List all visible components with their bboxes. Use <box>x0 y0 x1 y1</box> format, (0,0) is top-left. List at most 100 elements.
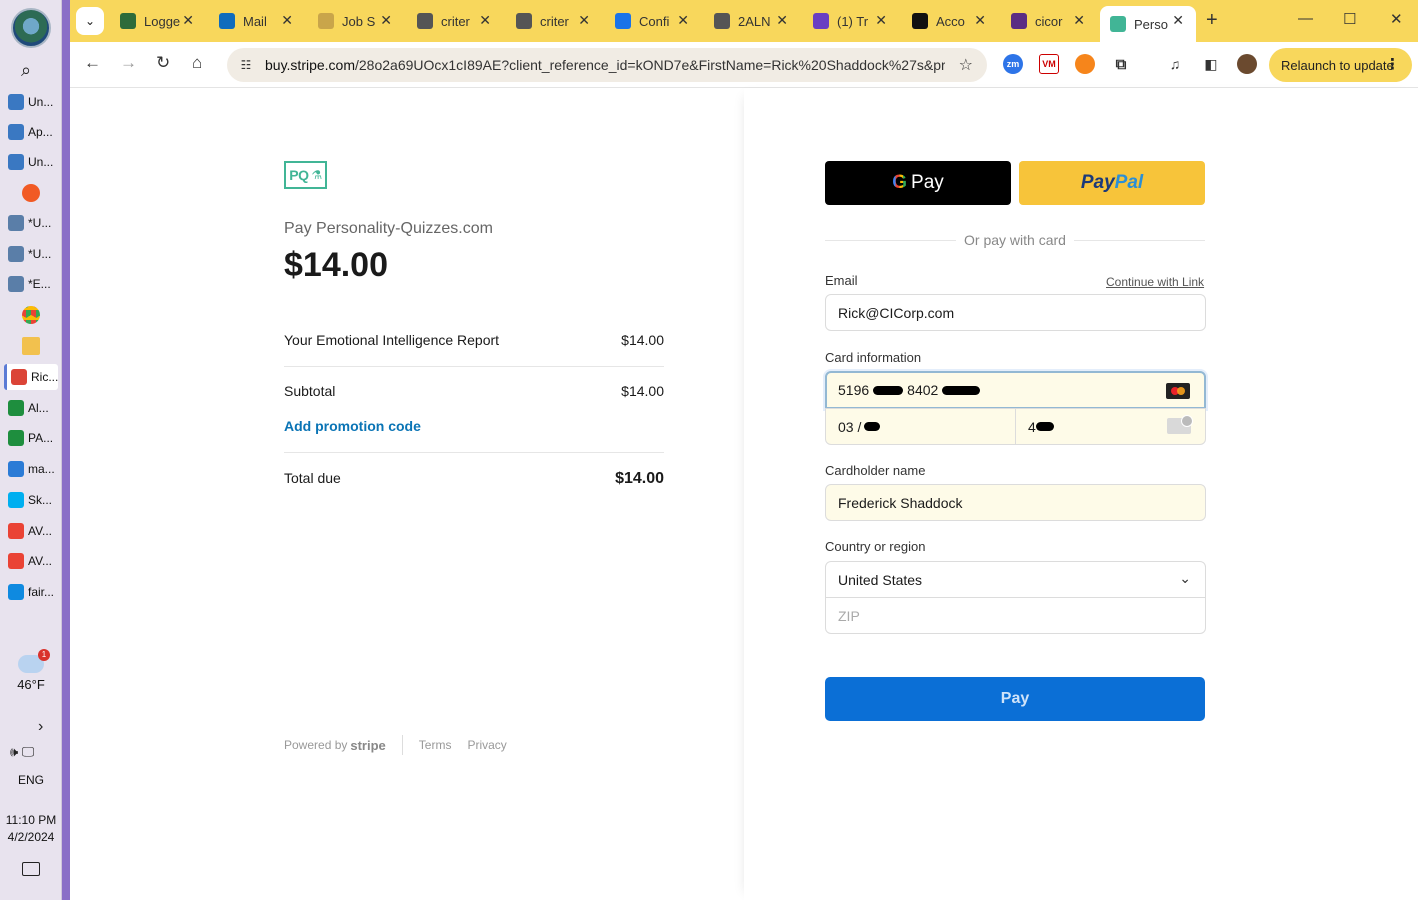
profile-avatar[interactable] <box>1237 54 1257 74</box>
zoom-extension-icon[interactable]: zm <box>1003 54 1023 74</box>
redaction-mark <box>873 385 904 395</box>
site-info-icon[interactable]: ☷ <box>237 56 255 74</box>
relaunch-button[interactable]: Relaunch to update ⋮ <box>1269 48 1412 82</box>
tab-close-icon[interactable]: ✕ <box>479 12 491 29</box>
taskbar-item[interactable]: PA... <box>4 425 58 451</box>
taskbar-item[interactable]: AV... <box>4 548 58 574</box>
taskbar-item[interactable]: Al... <box>4 395 58 421</box>
metamask-extension-icon[interactable] <box>1075 54 1095 74</box>
minimize-icon[interactable]: — <box>1298 10 1313 27</box>
media-control-icon[interactable]: ♫ <box>1165 54 1185 74</box>
card-number-field[interactable]: 5196 8402 <box>825 371 1206 409</box>
side-panel-icon[interactable]: ◧ <box>1201 54 1221 74</box>
app-icon <box>8 154 24 170</box>
forward-icon[interactable]: → <box>120 53 137 73</box>
taskbar-item-label: Al... <box>28 401 49 415</box>
new-tab-button[interactable]: + <box>1206 9 1218 32</box>
file-explorer-icon[interactable] <box>22 337 40 355</box>
tab-close-icon[interactable]: ✕ <box>974 12 986 29</box>
tab-title: criter <box>540 13 569 29</box>
tab-title: Job S <box>342 13 376 29</box>
browser-tab[interactable]: Job S ✕ <box>308 6 404 36</box>
vm-extension-icon[interactable]: VM <box>1039 54 1059 74</box>
or-divider: Or pay with card <box>825 232 1205 248</box>
browser-tab[interactable]: Confi ✕ <box>605 6 701 36</box>
continue-with-link-link[interactable]: Continue with Link <box>1106 275 1204 289</box>
email-field[interactable]: Rick@CICorp.com <box>825 294 1206 331</box>
taskbar-item[interactable]: *U... <box>4 241 58 267</box>
language-indicator[interactable]: ENG <box>18 773 44 787</box>
notification-icon[interactable] <box>22 862 40 876</box>
taskbar-item[interactable]: *E... <box>4 271 58 297</box>
country-select[interactable]: United States ⌄ <box>825 561 1206 598</box>
clock[interactable]: 11:10 PM 4/2/2024 <box>4 812 58 846</box>
line-item-price: $14.00 <box>621 332 664 348</box>
tab-close-icon[interactable]: ✕ <box>578 12 590 29</box>
browser-tab[interactable]: criter ✕ <box>407 6 503 36</box>
cvc-field[interactable]: 4 <box>1015 408 1206 445</box>
pay-button[interactable]: Pay <box>825 677 1205 721</box>
volume-icon[interactable]: 🕪 🖵 <box>10 744 34 760</box>
taskbar-item[interactable]: Un... <box>4 89 58 115</box>
taskbar-item-label: Un... <box>28 155 54 169</box>
app-icon <box>11 369 27 385</box>
taskbar-item[interactable]: Ap... <box>4 119 58 145</box>
stripe-logo[interactable]: stripe <box>350 738 385 753</box>
maximize-icon[interactable]: ☐ <box>1343 10 1356 28</box>
tab-close-icon[interactable]: ✕ <box>281 12 293 29</box>
tab-title: (1) Tr <box>837 13 869 29</box>
taskbar-item[interactable]: fair... <box>4 579 58 605</box>
extensions-puzzle-icon[interactable]: ⧉ <box>1111 54 1131 74</box>
privacy-link[interactable]: Privacy <box>467 738 506 752</box>
tab-close-icon[interactable]: ✕ <box>182 12 194 29</box>
search-icon[interactable]: ⌕ <box>21 60 31 81</box>
google-pay-button[interactable]: G Pay <box>825 161 1011 205</box>
total-amount: $14.00 <box>284 246 388 284</box>
zip-input[interactable]: ZIP <box>825 597 1206 634</box>
expiration-month: 03 / <box>838 418 862 435</box>
expiration-field[interactable]: 03 / <box>825 408 1016 445</box>
more-menu-icon[interactable]: ⋮ <box>1385 55 1400 73</box>
taskbar-item[interactable]: Sk... <box>4 487 58 513</box>
browser-tab[interactable]: Perso ✕ <box>1100 6 1196 42</box>
chevron-right-icon[interactable]: › <box>38 718 43 736</box>
home-icon[interactable]: ⌂ <box>192 53 202 73</box>
tab-favicon-icon <box>318 13 334 29</box>
back-icon[interactable]: ← <box>84 53 101 73</box>
tab-close-icon[interactable]: ✕ <box>1073 12 1085 29</box>
country-value: United States <box>838 571 923 588</box>
browser-tab[interactable]: Mail ✕ <box>209 6 305 36</box>
start-button[interactable] <box>11 8 51 48</box>
terms-link[interactable]: Terms <box>419 738 452 752</box>
taskbar-item[interactable]: Ric... <box>4 364 58 390</box>
cardholder-name-field[interactable]: Frederick Shaddock <box>825 484 1206 521</box>
taskbar-item[interactable]: AV... <box>4 518 58 544</box>
address-bar[interactable]: ☷ buy.stripe.com/28o2a69UOcx1cI89AE?clie… <box>227 48 987 82</box>
url-text[interactable]: buy.stripe.com/28o2a69UOcx1cI89AE?client… <box>265 57 945 73</box>
add-promotion-code-link[interactable]: Add promotion code <box>284 418 421 434</box>
taskbar-item[interactable]: ma... <box>4 456 58 482</box>
browser-tab[interactable]: Acco ✕ <box>902 6 998 36</box>
tab-close-icon[interactable]: ✕ <box>875 12 887 29</box>
mastercard-icon <box>1166 383 1190 399</box>
browser-tab[interactable]: cicor ✕ <box>1001 6 1097 36</box>
chrome-icon[interactable] <box>22 306 40 324</box>
bookmark-star-icon[interactable]: ☆ <box>959 55 973 75</box>
browser-tab[interactable]: Logge ✕ <box>110 6 206 36</box>
paypal-button[interactable]: Pay Pal <box>1019 161 1205 205</box>
tab-close-icon[interactable]: ✕ <box>677 12 689 29</box>
tab-close-icon[interactable]: ✕ <box>1172 12 1184 29</box>
tab-close-icon[interactable]: ✕ <box>380 12 392 29</box>
browser-tab[interactable]: 2ALN ✕ <box>704 6 800 36</box>
tab-close-icon[interactable]: ✕ <box>776 12 788 29</box>
app-icon[interactable] <box>22 184 40 202</box>
taskbar-item[interactable]: Un... <box>4 149 58 175</box>
weather-widget[interactable]: 1 46°F <box>8 649 54 692</box>
url-path: /28o2a69UOcx1cI89AE?client_reference_id=… <box>355 57 945 73</box>
close-window-icon[interactable]: ✕ <box>1390 10 1403 28</box>
taskbar-item[interactable]: *U... <box>4 210 58 236</box>
browser-tab[interactable]: (1) Tr ✕ <box>803 6 899 36</box>
reload-icon[interactable]: ↻ <box>156 53 170 73</box>
tab-search-button[interactable]: ⌄ <box>76 7 104 35</box>
browser-tab[interactable]: criter ✕ <box>506 6 602 36</box>
